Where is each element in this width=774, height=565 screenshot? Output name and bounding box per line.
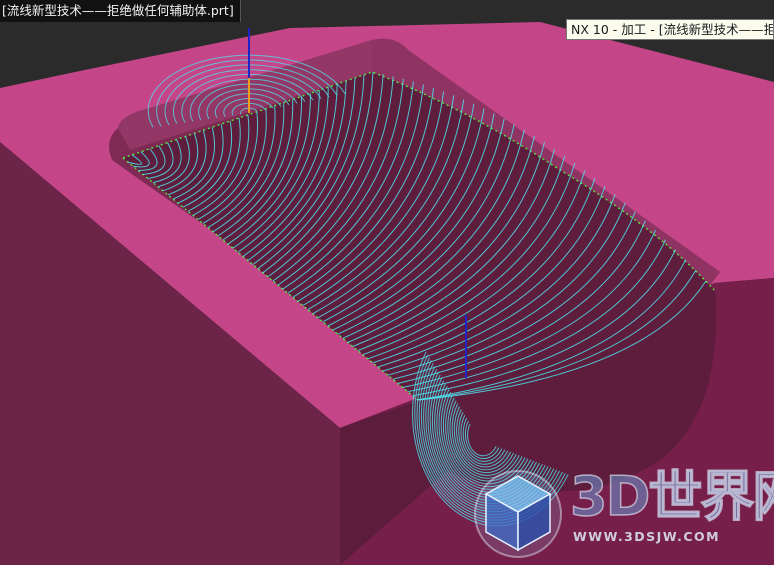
file-tab[interactable]: [流线新型技术——拒绝做任何辅助体.prt] bbox=[0, 0, 241, 22]
cube-logo-icon bbox=[474, 470, 562, 558]
window-title-tooltip: NX 10 - 加工 - [流线新型技术——拒 bbox=[566, 19, 774, 40]
watermark-brand: 3D世界网 bbox=[569, 465, 774, 528]
watermark-url: WWW.3DSJW.COM bbox=[573, 529, 721, 544]
watermark: 3D世界网 WWW.3DSJW.COM bbox=[470, 462, 774, 565]
